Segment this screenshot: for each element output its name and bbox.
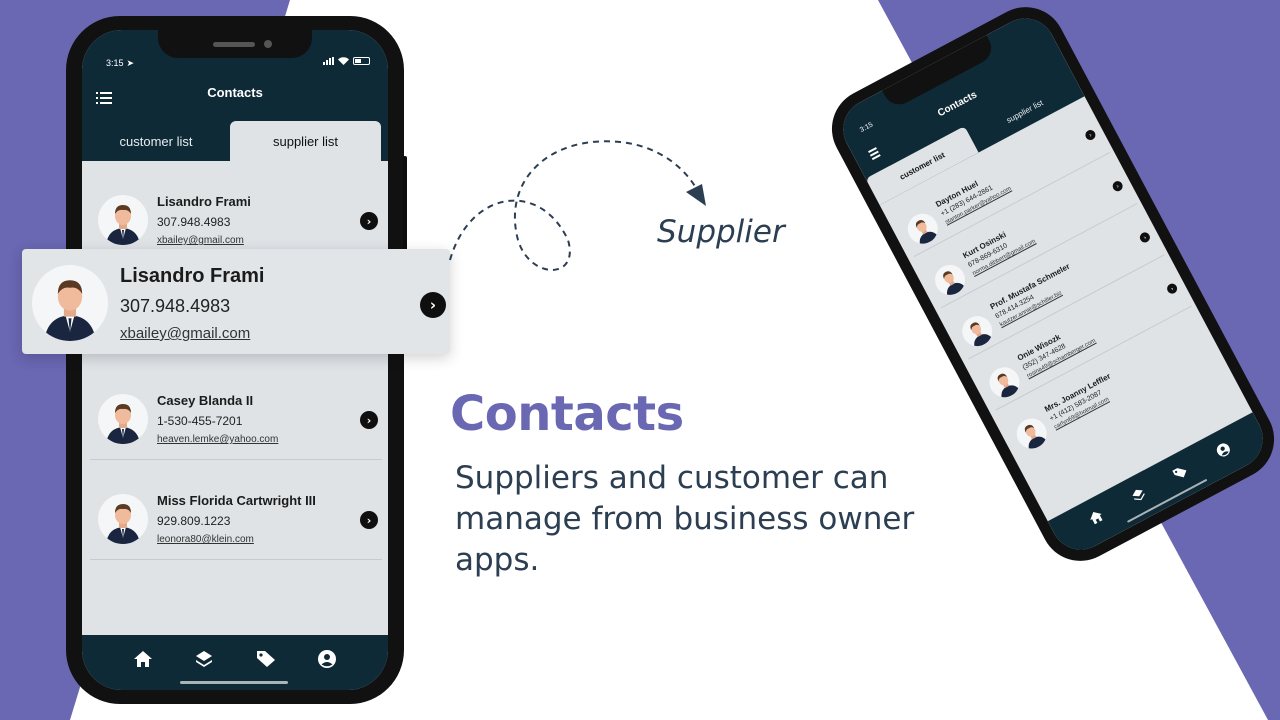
account-icon[interactable] [1208, 435, 1238, 465]
contact-name: Casey Blanda II [157, 393, 254, 408]
contact-name: Miss Florida Cartwright III [157, 493, 316, 508]
chevron-right-icon[interactable]: › [420, 292, 446, 318]
headline-description: Suppliers and customer can manage from b… [455, 460, 915, 578]
status-indicators [323, 57, 370, 65]
contact-phone: 929.809.1223 [157, 514, 231, 528]
contact-phone: 307.948.4983 [157, 215, 231, 229]
divider [90, 559, 382, 560]
account-icon[interactable] [316, 648, 338, 670]
chevron-right-icon[interactable]: › [360, 411, 378, 429]
list-item[interactable]: Casey Blanda II 1-530-455-7201 heaven.le… [82, 360, 388, 460]
contact-phone: 1-530-455-7201 [157, 414, 243, 428]
chevron-right-icon[interactable]: › [360, 212, 378, 230]
layers-icon[interactable] [1123, 480, 1153, 510]
contact-name: Lisandro Frami [157, 194, 251, 209]
page-title: Contacts [207, 85, 263, 100]
contact-email[interactable]: xbailey@gmail.com [157, 235, 244, 246]
app-header: 3:15 ➤ Contacts customer list supplier li… [82, 30, 388, 161]
tab-supplier-list[interactable]: supplier list [230, 121, 381, 161]
avatar [98, 394, 148, 444]
location-arrow-icon: ➤ [126, 58, 135, 68]
contact-email[interactable]: heaven.lemke@yahoo.com [157, 434, 278, 445]
bottom-navigation [82, 635, 388, 690]
chevron-right-icon[interactable]: › [1083, 128, 1098, 142]
tag-icon[interactable] [255, 648, 277, 670]
highlighted-contact-card[interactable]: Lisandro Frami 307.948.4983 xbailey@gmai… [22, 249, 450, 354]
left-phone: 3:15 ➤ Contacts customer list supplier li… [66, 16, 407, 704]
status-time: 3:15 [858, 121, 875, 134]
list-item[interactable]: Lisandro Frami 307.948.4983 xbailey@gmai… [82, 161, 388, 261]
home-icon[interactable] [1081, 502, 1111, 532]
home-icon[interactable] [132, 648, 154, 670]
chevron-right-icon[interactable]: › [1110, 179, 1125, 193]
layers-icon[interactable] [193, 648, 215, 670]
chevron-right-icon[interactable]: › [1165, 281, 1179, 296]
avatar [98, 494, 148, 544]
contact-email[interactable]: leonora80@klein.com [157, 534, 254, 545]
chevron-right-icon[interactable]: › [1138, 230, 1152, 245]
avatar [32, 265, 108, 341]
status-time: 3:15 ➤ [106, 58, 135, 68]
contact-phone: 307.948.4983 [120, 296, 231, 316]
wifi-icon [338, 57, 349, 65]
battery-icon [353, 57, 370, 65]
left-phone-screen: 3:15 ➤ Contacts customer list supplier li… [82, 30, 388, 690]
annotation-label: Supplier [657, 214, 785, 250]
avatar [98, 195, 148, 245]
contact-email[interactable]: xbailey@gmail.com [120, 325, 250, 342]
chevron-right-icon[interactable]: › [360, 511, 378, 529]
tag-icon[interactable] [1165, 457, 1195, 487]
headline-title: Contacts [450, 386, 684, 442]
signal-icon [323, 57, 334, 65]
avatar [1011, 413, 1052, 454]
home-indicator [180, 681, 288, 684]
dashed-arrow [449, 140, 706, 271]
contact-name: Lisandro Frami [120, 265, 265, 287]
tab-customer-list[interactable]: customer list [82, 121, 230, 161]
phone-notch [158, 30, 312, 58]
list-item[interactable]: Miss Florida Cartwright III 929.809.1223… [82, 460, 388, 560]
phone-side-button [403, 156, 407, 256]
